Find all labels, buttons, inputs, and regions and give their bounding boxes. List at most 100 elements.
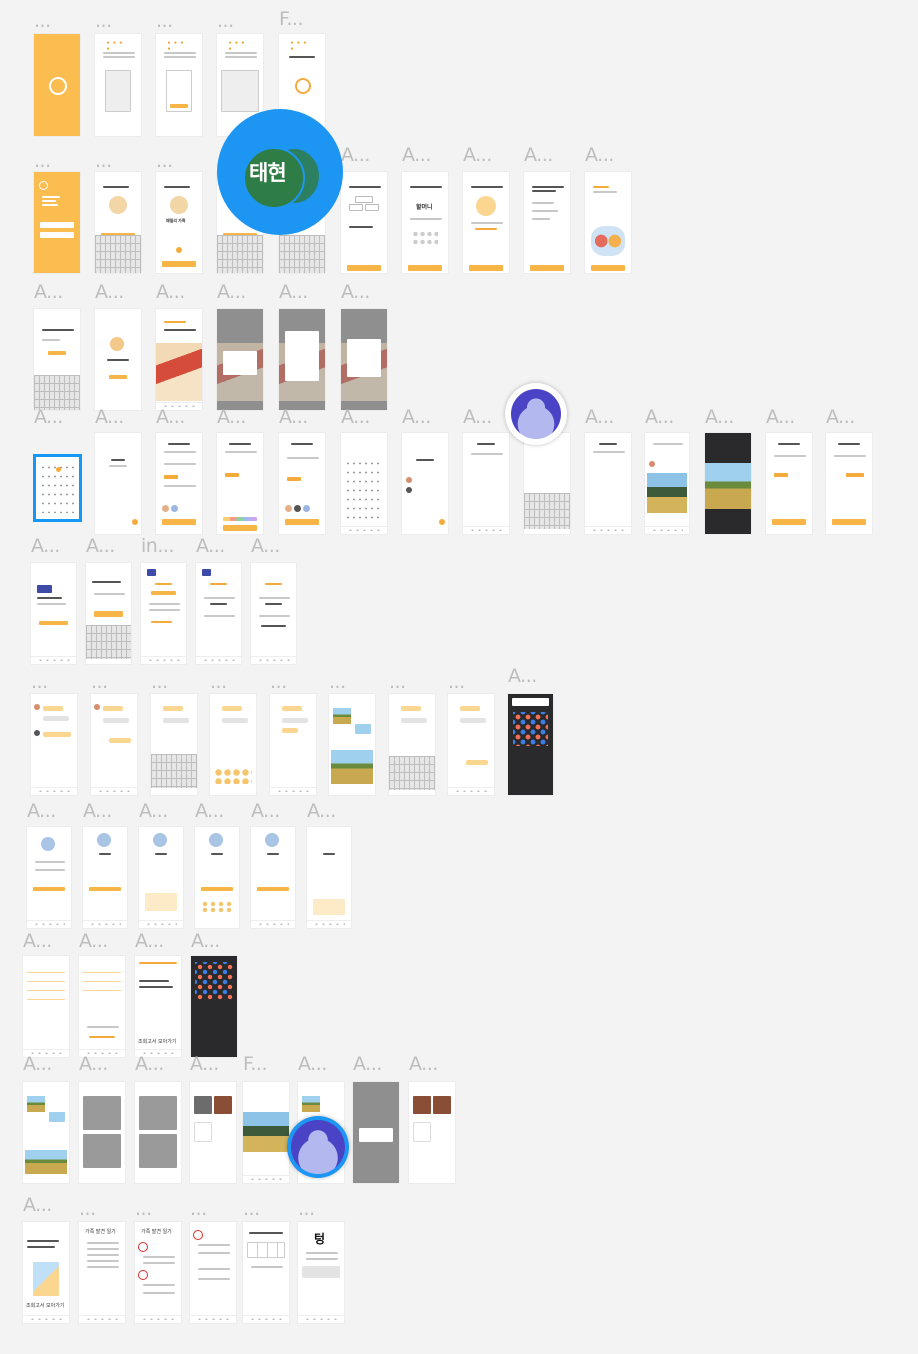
- family-created-frame[interactable]: [95, 309, 141, 410]
- report-empty-frame[interactable]: 텅: [298, 1222, 344, 1323]
- frame-label[interactable]: ...: [210, 673, 227, 692]
- frame-label[interactable]: ...: [243, 1200, 260, 1219]
- report-checklist-frame-3[interactable]: [190, 1222, 236, 1323]
- letter-frame[interactable]: 조회고서 모아가기: [135, 956, 181, 1057]
- report-checklist-frame[interactable]: 가족 발견 일기: [79, 1222, 125, 1323]
- schedule-edit-frame[interactable]: [766, 433, 812, 534]
- frame-label[interactable]: A...: [31, 537, 60, 556]
- frame-label[interactable]: A...: [79, 932, 108, 951]
- diary-view-frame-2[interactable]: [196, 563, 241, 664]
- frame-label[interactable]: A...: [645, 408, 674, 427]
- collaborator-avatar[interactable]: [287, 1116, 349, 1178]
- memo-frame[interactable]: [585, 433, 631, 534]
- frame-label[interactable]: ...: [34, 152, 51, 171]
- frame-label[interactable]: A...: [251, 537, 280, 556]
- diary-view-frame-3[interactable]: [251, 563, 296, 664]
- family-name-frame[interactable]: 패밀리 가족: [156, 172, 202, 273]
- frame-label[interactable]: A...: [135, 932, 164, 951]
- frame-label[interactable]: A...: [826, 408, 855, 427]
- report-checklist-frame-2[interactable]: 가족 발견 일기: [135, 1222, 181, 1323]
- frame-label[interactable]: F...: [279, 10, 304, 29]
- frame-label[interactable]: ...: [151, 673, 168, 692]
- frame-label[interactable]: A...: [79, 1055, 108, 1074]
- chat-keyboard-frame-2[interactable]: [389, 694, 435, 795]
- profile-frame-1[interactable]: [27, 827, 71, 928]
- exchange-diary-empty-frame[interactable]: [31, 563, 76, 664]
- splash-frame[interactable]: [34, 34, 80, 136]
- frame-label[interactable]: A...: [23, 1196, 52, 1215]
- frame-label[interactable]: A...: [135, 1055, 164, 1074]
- frame-label[interactable]: ...: [79, 1200, 96, 1219]
- frame-label[interactable]: A...: [34, 408, 63, 427]
- frame-label[interactable]: A...: [23, 932, 52, 951]
- home-frame[interactable]: [156, 309, 202, 410]
- frame-label[interactable]: A...: [34, 283, 63, 302]
- frame-label[interactable]: ...: [190, 1200, 207, 1219]
- profile-frame-5[interactable]: [251, 827, 295, 928]
- home-modal-frame[interactable]: [217, 309, 263, 410]
- schedule-members-frame[interactable]: [279, 433, 325, 534]
- frame-label[interactable]: A...: [463, 408, 492, 427]
- role-select-frame[interactable]: [341, 172, 387, 273]
- album-frame[interactable]: [23, 1082, 69, 1183]
- album-modal-frame[interactable]: [353, 1082, 399, 1183]
- frame-label[interactable]: A...: [279, 283, 308, 302]
- frame-label[interactable]: ...: [91, 673, 108, 692]
- album-add-frame[interactable]: [190, 1082, 236, 1183]
- frame-label[interactable]: A...: [409, 1055, 438, 1074]
- calendar-month-frame[interactable]: [341, 433, 387, 534]
- profile-frame-6[interactable]: [307, 827, 351, 928]
- frame-label[interactable]: A...: [195, 802, 224, 821]
- onboarding-frame-1[interactable]: ● ● ● ●: [95, 34, 141, 136]
- schedule-edit-frame-2[interactable]: [826, 433, 872, 534]
- frame-label[interactable]: A...: [585, 408, 614, 427]
- schedule-detail-frame[interactable]: [463, 433, 509, 534]
- album-add-frame-2[interactable]: [409, 1082, 455, 1183]
- home-modal-frame-2[interactable]: [279, 309, 325, 410]
- frame-label[interactable]: ...: [448, 673, 465, 692]
- frame-label[interactable]: A...: [341, 408, 370, 427]
- diary-write-frame[interactable]: [86, 563, 131, 664]
- frame-label[interactable]: A...: [139, 802, 168, 821]
- profile-frame-4[interactable]: [195, 827, 239, 928]
- calendar-frame-selected[interactable]: [36, 457, 79, 519]
- frame-label[interactable]: ...: [156, 12, 173, 31]
- frame-label[interactable]: ...: [95, 12, 112, 31]
- album-loading-frame[interactable]: [79, 1082, 125, 1183]
- photo-view-frame[interactable]: [705, 433, 751, 534]
- album-loading-frame-2[interactable]: [135, 1082, 181, 1183]
- frame-label[interactable]: A...: [524, 146, 553, 165]
- family-name-input-frame[interactable]: [34, 309, 80, 410]
- frame-label[interactable]: ...: [34, 12, 51, 31]
- report-result-frame[interactable]: [243, 1222, 289, 1323]
- frame-label[interactable]: A...: [705, 408, 734, 427]
- frame-label[interactable]: A...: [307, 802, 336, 821]
- calendar-empty-frame[interactable]: [95, 433, 141, 534]
- login-frame[interactable]: [34, 172, 80, 273]
- chat-frame-2[interactable]: [91, 694, 137, 795]
- profile-frame-3[interactable]: [139, 827, 183, 928]
- frame-label[interactable]: A...: [217, 283, 246, 302]
- frame-label[interactable]: A...: [298, 1055, 327, 1074]
- share-sheet-frame[interactable]: [508, 694, 553, 795]
- frame-label[interactable]: A...: [27, 802, 56, 821]
- notification-list-frame-2[interactable]: [79, 956, 125, 1057]
- frame-label[interactable]: A...: [156, 283, 185, 302]
- frame-label[interactable]: ...: [217, 12, 234, 31]
- frame-label[interactable]: ...: [135, 1200, 152, 1219]
- frame-label[interactable]: A...: [353, 1055, 382, 1074]
- frame-label[interactable]: ...: [329, 673, 346, 692]
- onboarding-frame-2[interactable]: ● ● ● ●: [156, 34, 202, 136]
- chat-photo-frame[interactable]: [329, 694, 375, 795]
- frame-label[interactable]: A...: [402, 146, 431, 165]
- profile-frame-2[interactable]: [83, 827, 127, 928]
- frame-label[interactable]: F...: [243, 1055, 268, 1074]
- schedule-list-frame[interactable]: [402, 433, 448, 534]
- frame-label[interactable]: A...: [95, 408, 124, 427]
- report-intro-frame[interactable]: 조회고서 모아가기: [23, 1222, 69, 1323]
- chat-frame-3[interactable]: [270, 694, 316, 795]
- role-confirm-frame[interactable]: 할머니: [402, 172, 448, 273]
- frame-label[interactable]: A...: [341, 283, 370, 302]
- photo-detail-frame[interactable]: [243, 1082, 289, 1183]
- welcome-frame[interactable]: [585, 172, 631, 273]
